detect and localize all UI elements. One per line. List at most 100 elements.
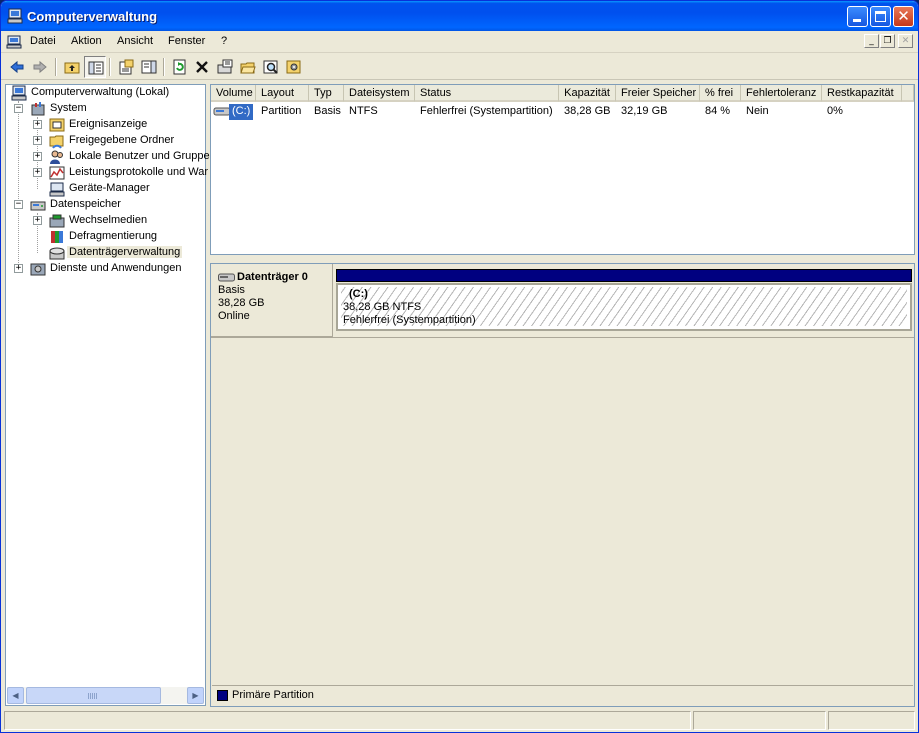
open-button[interactable] [237,56,259,78]
menu-ansicht[interactable]: Ansicht [117,35,153,47]
tree-item-wechselmedien[interactable]: + Wechselmedien [6,213,205,229]
system-tools-icon [31,102,45,116]
tree-item-datentraegerverwaltung[interactable]: Datenträgerverwaltung [6,245,205,261]
partition-type-bar [336,269,912,282]
legend-swatch-primary [217,690,228,701]
scroll-right-icon[interactable]: ▶ [187,687,204,704]
expand-toggle[interactable]: + [33,152,42,161]
scroll-thumb[interactable] [26,687,161,704]
tree-item-system[interactable]: − System [6,101,205,117]
maximize-icon [875,11,886,22]
expand-toggle[interactable]: + [33,120,42,129]
partition-size-fs: 38,28 GB NTFS [343,301,422,313]
properties-button[interactable] [115,56,137,78]
mmc-document-icon[interactable] [6,34,22,50]
cell-kapazitaet: 38,28 GB [564,105,611,117]
tree-item-label: Ereignisanzeige [69,118,148,130]
column-header-dateisystem[interactable]: Dateisystem [344,85,415,102]
child-close-button[interactable]: ✕ [898,34,913,48]
window-title: Computerverwaltung [27,9,158,24]
back-button[interactable] [6,56,28,78]
expand-toggle[interactable]: + [33,216,42,225]
tree-item-defragmentierung[interactable]: Defragmentierung [6,229,205,245]
tree-item-datenspeicher[interactable]: − Datenspeicher [6,197,205,213]
tree-item-label: Computerverwaltung (Lokal) [31,86,170,98]
cell-volume[interactable]: (C:) [229,104,254,120]
tree-item-label: Datenspeicher [50,198,121,210]
column-header-restkapazitaet[interactable]: Restkapazität [822,85,902,102]
refresh-button[interactable] [169,56,191,78]
collapse-toggle[interactable]: − [14,104,23,113]
scroll-left-icon[interactable]: ◀ [7,687,24,704]
up-folder-icon [64,62,80,74]
close-button[interactable]: ✕ [893,6,914,27]
expand-toggle[interactable]: + [33,136,42,145]
disk-properties-button[interactable] [214,56,236,78]
tree-item-lokale-benutzer[interactable]: + Lokale Benutzer und Gruppe [6,149,210,165]
column-header-fehlertoleranz[interactable]: Fehlertoleranz [741,85,822,102]
legend: Primäre Partition [212,685,913,705]
partition-body[interactable]: (C:) 38,28 GB NTFS Fehlerfrei (Systempar… [336,283,912,331]
search-button[interactable] [260,56,282,78]
disk-graphical-view[interactable]: Datenträger 0 Basis 38,28 GB Online (C:)… [210,263,915,707]
minimize-icon [853,19,861,22]
performance-logs-icon [49,166,65,180]
child-minimize-button[interactable]: _ [864,34,879,48]
column-header-typ[interactable]: Typ [309,85,344,102]
console-tree[interactable]: Computerverwaltung (Lokal) − System + Er… [5,84,210,706]
search-icon [263,60,278,74]
forward-button[interactable] [29,56,51,78]
settings-button[interactable] [283,56,305,78]
menu-help[interactable]: ? [221,35,227,47]
column-header-filler [902,85,914,102]
disk-type: Basis [218,284,245,296]
tree-item-root[interactable]: Computerverwaltung (Lokal) [6,85,205,101]
column-header-volume[interactable]: Volume [211,85,256,102]
column-header-kapazitaet[interactable]: Kapazität [559,85,616,102]
delete-button[interactable] [191,56,213,78]
status-cell-main [4,711,691,730]
tree-horizontal-scrollbar[interactable]: ◀ ▶ [7,687,204,704]
settings-icon [286,60,301,74]
toolbar-separator [55,58,57,76]
column-header-layout[interactable]: Layout [256,85,309,102]
menu-bar: Datei Aktion Ansicht Fenster ? _ ❐ ✕ [1,31,918,53]
minimize-button[interactable] [847,6,868,27]
show-hide-tree-button[interactable] [84,56,106,78]
maximize-button[interactable] [870,6,891,27]
up-level-button[interactable] [61,56,83,78]
title-bar[interactable]: Computerverwaltung ✕ [1,1,918,31]
partition-status: Fehlerfrei (Systempartition) [343,314,476,326]
tree-item-label: Dienste und Anwendungen [50,262,182,274]
tree-item-freigegebene-ordner[interactable]: + Freigegebene Ordner [6,133,205,149]
disk-divider [211,337,914,338]
tree-item-dienste[interactable]: + Dienste und Anwendungen [6,261,205,277]
collapse-toggle[interactable]: − [14,200,23,209]
removable-storage-icon [49,214,65,228]
tree-item-ereignisanzeige[interactable]: + Ereignisanzeige [6,117,205,133]
column-header-freier-speicher[interactable]: Freier Speicher [616,85,700,102]
tree-item-geraete-manager[interactable]: Geräte-Manager [6,181,205,197]
disk-info-panel[interactable]: Datenträger 0 Basis 38,28 GB Online [211,264,333,337]
refresh-icon [173,59,186,75]
cell-fehlertoleranz: Nein [746,105,769,117]
expand-toggle[interactable]: + [14,264,23,273]
menu-fenster[interactable]: Fenster [168,35,205,47]
tree-item-label: Datenträgerverwaltung [67,246,183,258]
expand-toggle[interactable]: + [33,168,42,177]
disk-name: Datenträger 0 [237,271,308,283]
close-icon: ✕ [897,7,910,25]
tree-item-label: Freigegebene Ordner [69,134,175,146]
computer-management-icon [7,8,23,24]
partition-c[interactable]: (C:) 38,28 GB NTFS Fehlerfrei (Systempar… [336,269,912,333]
menu-datei[interactable]: Datei [30,35,56,47]
tree-item-leistungsprotokolle[interactable]: + Leistungsprotokolle und War [6,165,208,181]
volume-list[interactable]: Volume Layout Typ Dateisystem Status Kap… [210,84,915,255]
disk-size: 38,28 GB [218,297,265,309]
show-hide-action-pane-button[interactable] [138,56,160,78]
pane-splitter[interactable] [210,255,915,263]
column-header-status[interactable]: Status [415,85,559,102]
child-restore-button[interactable]: ❐ [880,34,895,48]
column-header-prozent-frei[interactable]: % frei [700,85,741,102]
menu-aktion[interactable]: Aktion [71,35,102,47]
